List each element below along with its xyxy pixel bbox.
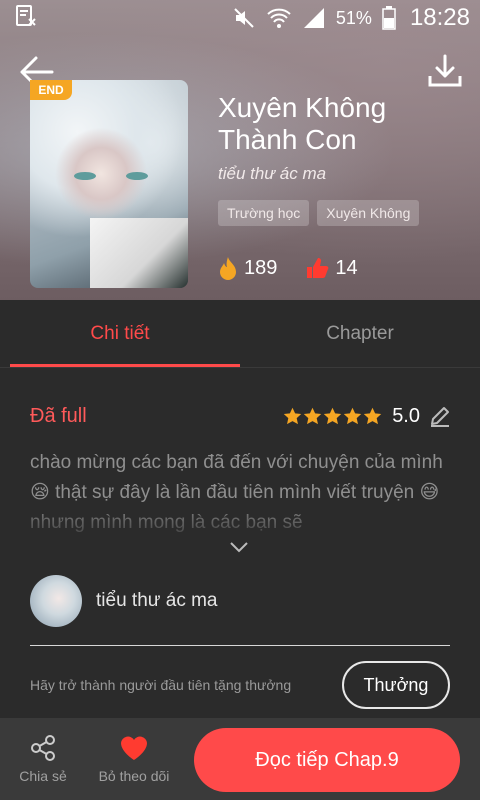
download-button[interactable] [426, 52, 464, 90]
book-title: Xuyên Không Thành Con [218, 92, 387, 155]
description-fade [0, 500, 480, 540]
fire-icon [220, 257, 236, 280]
rating-value: 5.0 [392, 404, 420, 427]
status-row: Đã full 5.0 [30, 400, 452, 432]
book-stats: 189 14 [218, 256, 378, 280]
battery-percent: 51% [335, 7, 372, 28]
share-label: Chia sẻ [19, 768, 67, 784]
thumbs-up-icon [307, 258, 329, 278]
book-header: 51% 18:28 END Xuyên Không Thành Con tiểu… [0, 0, 480, 300]
signal-icon [302, 6, 326, 30]
tag[interactable]: Xuyên Không [317, 200, 420, 226]
star-icon [303, 407, 322, 424]
share-button[interactable]: Chia sẻ [0, 718, 86, 800]
chevron-down-icon [230, 542, 248, 553]
star-icon [323, 407, 342, 424]
tag-list: Trường học Xuyên Không [218, 200, 420, 226]
avatar [30, 575, 82, 627]
tab-details[interactable]: Chi tiết [0, 300, 240, 367]
reward-text: Hãy trở thành người đầu tiên tặng thưởng [30, 677, 292, 693]
mute-icon [232, 6, 256, 30]
wifi-icon [266, 6, 292, 30]
battery-icon [382, 6, 396, 30]
star-icon [343, 407, 362, 424]
rating[interactable]: 5.0 [283, 404, 452, 428]
divider [30, 645, 450, 646]
end-badge: END [30, 80, 72, 100]
reward-row: Hãy trở thành người đầu tiên tặng thưởng… [30, 660, 450, 710]
likes-count: 14 [335, 256, 358, 279]
star-icon [363, 407, 382, 424]
expand-button[interactable] [229, 540, 249, 554]
tab-bar: Chi tiết Chapter [0, 300, 480, 368]
heart-icon [121, 736, 147, 760]
unfollow-label: Bỏ theo dõi [98, 768, 170, 784]
star-icon [283, 407, 302, 424]
tab-chapter[interactable]: Chapter [240, 300, 480, 367]
author-name: tiểu thư ác ma [96, 590, 218, 611]
completion-status: Đã full [30, 404, 87, 427]
clock: 18:28 [409, 4, 470, 31]
notification-icon [14, 4, 38, 33]
book-cover[interactable] [30, 80, 188, 288]
download-icon [428, 54, 462, 87]
share-icon [31, 735, 55, 761]
author-row[interactable]: tiểu thư ác ma [30, 575, 218, 627]
book-author[interactable]: tiểu thư ác ma [218, 164, 326, 184]
views-count: 189 [244, 256, 278, 279]
continue-reading-button[interactable]: Đọc tiếp Chap.9 [194, 728, 460, 792]
unfollow-button[interactable]: Bỏ theo dõi [86, 718, 182, 800]
tag[interactable]: Trường học [218, 200, 310, 226]
reward-button[interactable]: Thưởng [342, 661, 450, 709]
rating-stars [283, 407, 382, 426]
edit-icon[interactable] [428, 404, 452, 428]
status-bar: 51% 18:28 [0, 0, 480, 36]
